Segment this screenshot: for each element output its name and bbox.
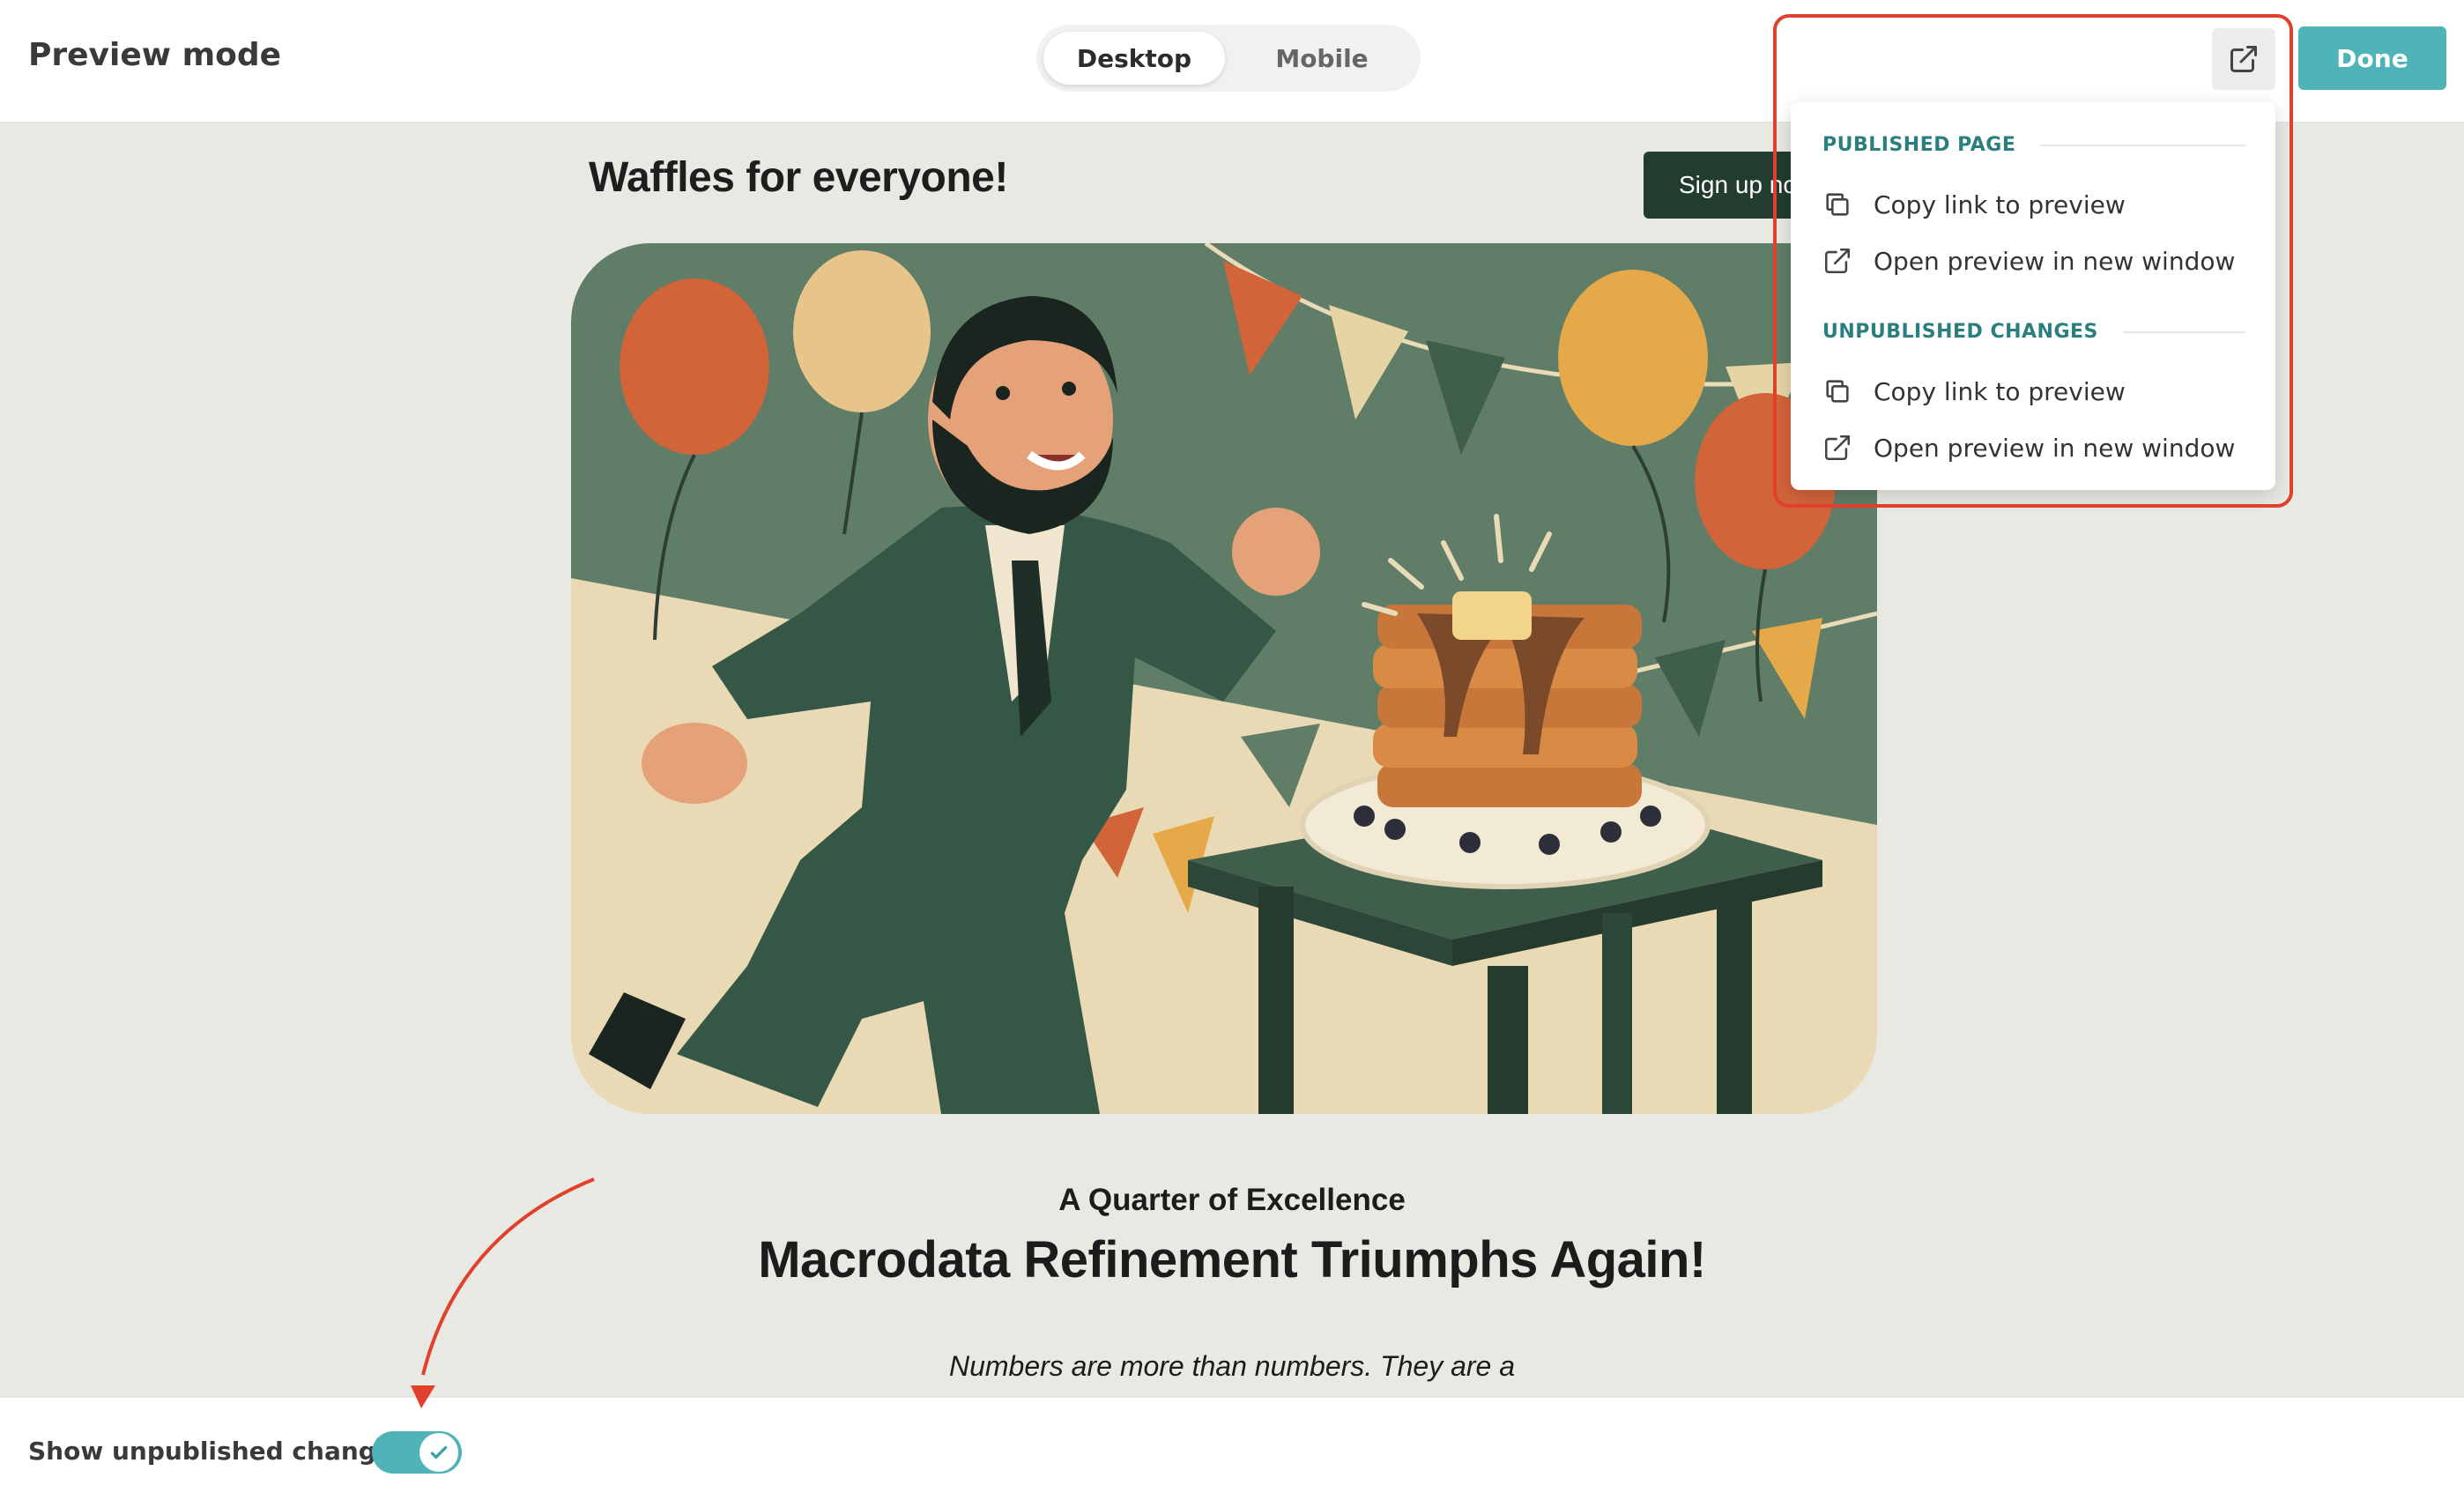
tab-mobile[interactable]: Mobile [1234,32,1410,85]
external-link-icon [2230,46,2257,72]
published-copy-link-item[interactable]: Copy link to preview [1821,180,2252,229]
article-headline: Macrodata Refinement Triumphs Again! [758,1231,1706,1288]
divider [2040,144,2245,146]
open-preview-menu-button[interactable] [2212,28,2275,90]
section-heading: UNPUBLISHED CHANGES [1822,321,2098,343]
man-fist [1232,508,1320,596]
menu-item-label: Open preview in new window [1874,433,2236,463]
butter [1452,591,1532,640]
waffle [1377,763,1642,807]
article-body-text: Numbers are more than numbers. They are … [948,1350,1516,1382]
menu-section-published: PUBLISHED PAGE [1822,134,2245,156]
divider [2122,330,2245,333]
menu-item-label: Copy link to preview [1874,189,2126,219]
balloon [620,278,769,455]
hero-image [571,243,1877,1114]
menu-item-label: Open preview in new window [1874,246,2236,276]
balloon [1558,270,1708,446]
tab-desktop[interactable]: Desktop [1043,32,1225,85]
copy-icon [1821,375,1854,408]
copy-icon [1821,188,1854,221]
page-title: Preview mode [28,37,281,73]
unpublished-copy-link-item[interactable]: Copy link to preview [1821,367,2252,416]
balloon [793,250,931,412]
published-open-window-item[interactable]: Open preview in new window [1821,236,2252,286]
external-link-icon [1821,431,1854,464]
show-unpublished-toggle[interactable] [372,1431,462,1474]
unpublished-open-window-item[interactable]: Open preview in new window [1821,423,2252,472]
toggle-knob [419,1433,458,1472]
site-title: Waffles for everyone! [589,154,1008,201]
man-hand [642,723,747,804]
check-icon [430,1445,448,1459]
menu-section-unpublished: UNPUBLISHED CHANGES [1822,321,2245,343]
toggle-label: Show unpublished changes [28,1437,408,1466]
device-toggle: Desktop Mobile [1036,25,1421,92]
external-link-icon [1821,244,1854,278]
section-heading: PUBLISHED PAGE [1822,134,2016,156]
article-kicker: A Quarter of Excellence [1058,1183,1406,1217]
bottom-bar: Show unpublished changes [0,1396,2464,1500]
preview-link-menu: PUBLISHED PAGE Copy link to preview Open… [1791,102,2275,490]
menu-item-label: Copy link to preview [1874,376,2126,406]
done-button[interactable]: Done [2298,26,2446,90]
